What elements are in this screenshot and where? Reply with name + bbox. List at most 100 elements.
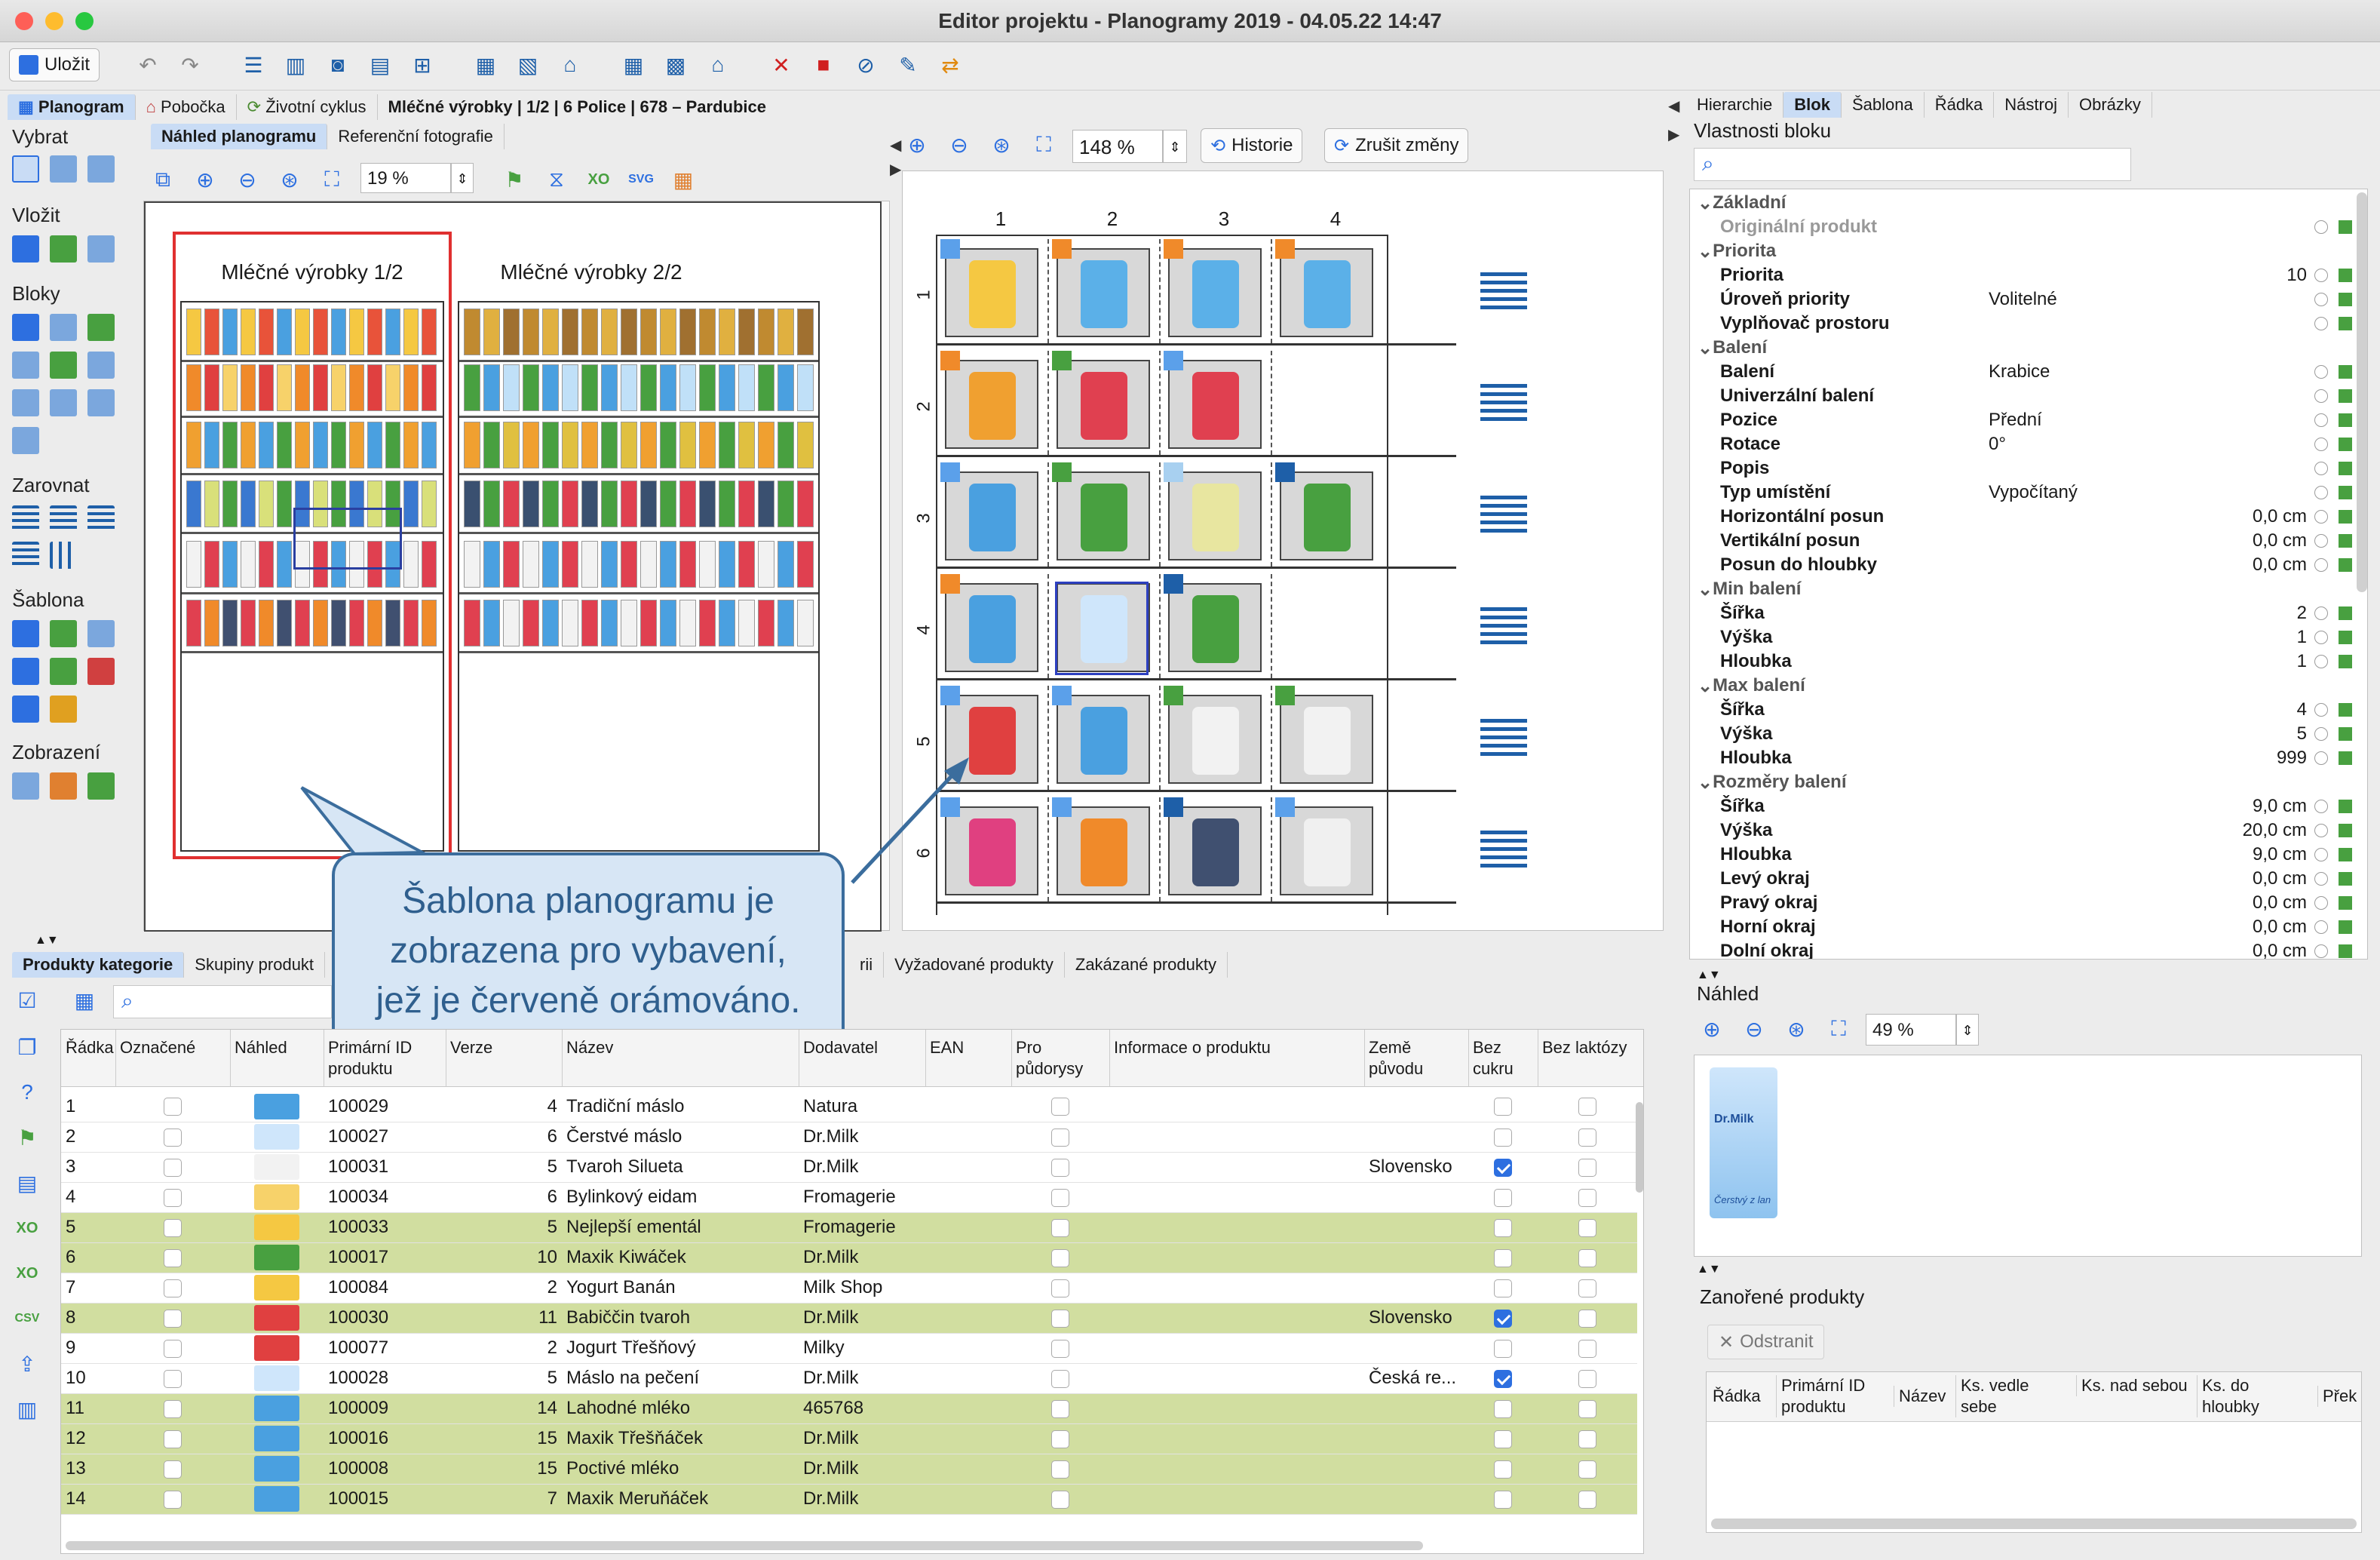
tab-hierarchy[interactable]: Hierarchie	[1686, 92, 1784, 118]
zoom-search-icon[interactable]: ⊛	[274, 164, 305, 195]
table-column-header[interactable]: Bez cukru	[1473, 1037, 1535, 1079]
property-row[interactable]: Vertikální posun 0,0 cm	[1695, 529, 2358, 553]
shelf-menu-icon[interactable]	[1480, 607, 1527, 648]
align-tool-icon[interactable]: ⊞	[407, 50, 437, 80]
shelf-menu-icon[interactable]	[1480, 384, 1527, 425]
template-delete-icon[interactable]	[87, 658, 115, 685]
zoom-left-input[interactable]: 19 %	[360, 163, 451, 193]
product-search-input[interactable]: ⌕	[113, 985, 332, 1018]
flag-icon[interactable]	[2339, 896, 2352, 910]
tab-tool[interactable]: Nástroj	[1994, 92, 2069, 118]
svg-export-icon[interactable]: SVG	[626, 164, 656, 195]
zoom-fit-icon[interactable]: ⛶	[317, 164, 347, 195]
property-row[interactable]: Priorita 10	[1695, 263, 2358, 287]
inherit-icon[interactable]	[2314, 655, 2328, 668]
property-row[interactable]: Posun do hloubky 0,0 cm	[1695, 553, 2358, 577]
flag-icon[interactable]	[2339, 510, 2352, 524]
lactose-free-checkbox[interactable]	[1578, 1188, 1596, 1207]
inherit-icon[interactable]	[2314, 462, 2328, 475]
flag-icon[interactable]	[2339, 389, 2352, 403]
display-text-icon[interactable]	[12, 772, 39, 800]
product-slot[interactable]	[945, 695, 1038, 784]
detail-zoom-fit-icon[interactable]: ⛶	[1029, 130, 1059, 160]
flag-icon[interactable]	[2339, 872, 2352, 886]
zoom-main-stepper[interactable]: ⇕	[1163, 130, 1187, 163]
marked-checkbox[interactable]	[164, 1490, 182, 1509]
lactose-free-checkbox[interactable]	[1578, 1218, 1596, 1237]
sugar-free-checkbox[interactable]	[1494, 1098, 1512, 1116]
inherit-icon[interactable]	[2314, 800, 2328, 813]
lactose-free-checkbox[interactable]	[1578, 1339, 1596, 1358]
sugar-free-checkbox[interactable]	[1494, 1309, 1512, 1328]
product-slot[interactable]	[1280, 806, 1373, 895]
products-scrollbar[interactable]	[1636, 1102, 1643, 1193]
sugar-free-checkbox[interactable]	[1494, 1188, 1512, 1207]
property-row[interactable]: Horizontální posun 0,0 cm	[1695, 505, 2358, 529]
inherit-icon[interactable]	[2314, 558, 2328, 572]
save-button[interactable]: Uložit	[9, 48, 100, 81]
product-slot[interactable]	[945, 471, 1038, 560]
tab-partial[interactable]: rii	[849, 952, 885, 978]
marked-checkbox[interactable]	[164, 1279, 182, 1297]
blocks-resize-icon[interactable]	[12, 352, 39, 379]
table-column-header[interactable]: Informace o produktu	[1114, 1037, 1361, 1058]
close-window-button[interactable]	[15, 12, 33, 30]
lactose-free-checkbox[interactable]	[1578, 1128, 1596, 1147]
align-columns-icon[interactable]	[50, 542, 77, 569]
inherit-icon[interactable]	[2314, 606, 2328, 620]
tab-planogram-preview[interactable]: Náhled planogramu	[151, 124, 328, 149]
marked-checkbox[interactable]	[164, 1248, 182, 1267]
lactose-free-checkbox[interactable]	[1578, 1158, 1596, 1177]
property-row[interactable]: Šířka 2	[1695, 601, 2358, 625]
tab-reference-photos[interactable]: Referenční fotografie	[327, 124, 505, 149]
flag-icon[interactable]	[2339, 751, 2352, 765]
template-b-icon[interactable]	[50, 620, 77, 647]
property-row[interactable]: Hloubka 1	[1695, 649, 2358, 674]
marked-checkbox[interactable]	[164, 1460, 182, 1479]
section-chevron-icon[interactable]: ⌄	[1695, 337, 1713, 359]
property-row[interactable]: Šířka 9,0 cm	[1695, 794, 2358, 818]
marked-checkbox[interactable]	[164, 1158, 182, 1177]
property-row[interactable]: Výška 1	[1695, 625, 2358, 649]
product-slot[interactable]	[945, 583, 1038, 672]
lactose-free-checkbox[interactable]	[1578, 1369, 1596, 1388]
products-h-scrollbar[interactable]	[66, 1541, 1423, 1550]
display-color-icon[interactable]	[50, 772, 77, 800]
inherit-icon[interactable]	[2314, 944, 2328, 958]
sugar-free-checkbox[interactable]	[1494, 1248, 1512, 1267]
inherit-icon[interactable]	[2314, 438, 2328, 451]
flag-icon[interactable]	[2339, 920, 2352, 934]
table-settings-icon[interactable]: ▦	[69, 985, 100, 1015]
check-list-icon[interactable]: ☑	[12, 985, 42, 1015]
product-slot[interactable]	[1168, 695, 1262, 784]
marked-checkbox[interactable]	[164, 1429, 182, 1448]
product-slot[interactable]	[1057, 695, 1150, 784]
marked-checkbox[interactable]	[164, 1369, 182, 1388]
align-left-icon[interactable]	[12, 505, 39, 533]
shelf-menu-icon[interactable]	[1480, 272, 1527, 313]
product-slot[interactable]	[1280, 695, 1373, 784]
property-row[interactable]: Typ umístění Vypočítaný	[1695, 481, 2358, 505]
template-a-icon[interactable]	[12, 620, 39, 647]
table-row[interactable]: 4 100034 6 Bylinkový eidam Fromagerie	[61, 1182, 1637, 1213]
flag-icon[interactable]	[2339, 293, 2352, 306]
select-area-icon[interactable]	[87, 155, 115, 183]
minimize-window-button[interactable]	[45, 12, 63, 30]
product-slot[interactable]	[1168, 248, 1262, 337]
product-slot[interactable]	[945, 248, 1038, 337]
floorplan-checkbox[interactable]	[1051, 1098, 1069, 1116]
zoom-preview-input[interactable]: 49 %	[1866, 1014, 1956, 1046]
table-row[interactable]: 12 100016 15 Maxik Třešňáček Dr.Milk	[61, 1423, 1637, 1454]
inherit-icon[interactable]	[2314, 534, 2328, 548]
flag-icon[interactable]	[2339, 558, 2352, 572]
table-column-header[interactable]: Verze	[450, 1037, 559, 1058]
table-column-header[interactable]: Dodavatel	[803, 1037, 922, 1058]
right-collapse-icon[interactable]: ◀	[1668, 97, 1679, 115]
property-row[interactable]: Pozice Přední	[1695, 408, 2358, 432]
product-slot[interactable]	[1057, 806, 1150, 895]
inherit-icon[interactable]	[2314, 365, 2328, 379]
inherit-icon[interactable]	[2314, 269, 2328, 282]
floorplan-checkbox[interactable]	[1051, 1309, 1069, 1328]
section-chevron-icon[interactable]: ⌄	[1695, 675, 1713, 697]
blocks-height-icon[interactable]	[50, 314, 77, 341]
